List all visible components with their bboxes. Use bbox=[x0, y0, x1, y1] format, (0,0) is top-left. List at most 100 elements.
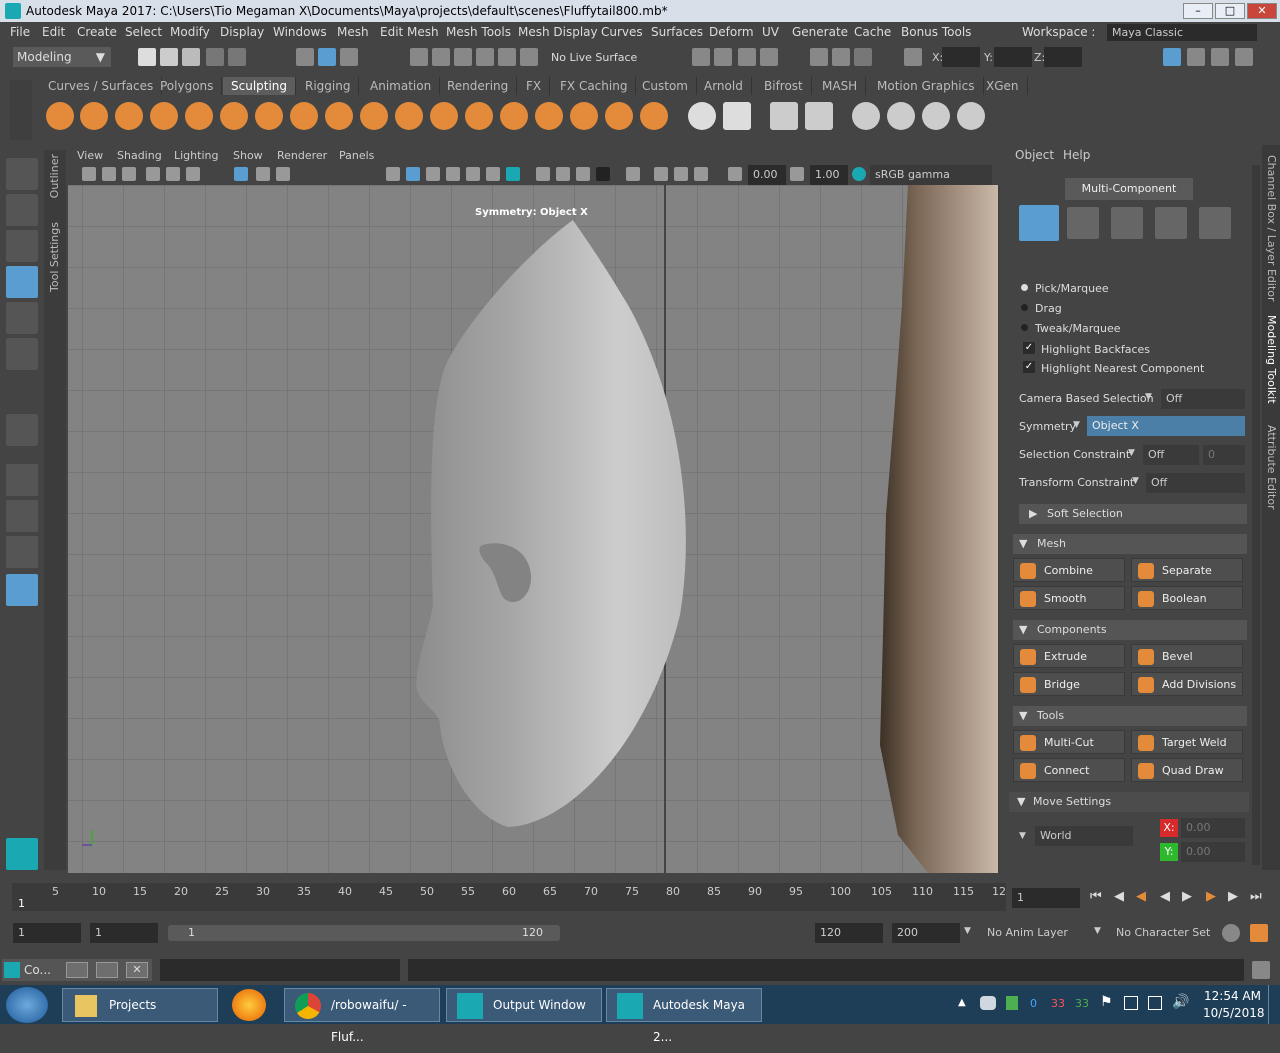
network-icon[interactable] bbox=[1148, 996, 1162, 1010]
toggle-channel-box-icon[interactable] bbox=[1235, 48, 1253, 66]
check-nearest-icon[interactable]: ✓ bbox=[1023, 361, 1035, 373]
maximize-button[interactable] bbox=[96, 962, 118, 978]
discord-icon[interactable] bbox=[980, 996, 996, 1010]
separate-button[interactable]: Separate bbox=[1131, 558, 1243, 582]
target-weld-button[interactable]: Target Weld bbox=[1131, 730, 1243, 754]
soft-mod-icon[interactable] bbox=[887, 102, 915, 130]
grease-pencil-icon[interactable] bbox=[186, 167, 200, 181]
grid-toggle-icon[interactable] bbox=[234, 167, 248, 181]
gamma-field[interactable]: 1.00 bbox=[810, 165, 848, 185]
grab-brush-icon[interactable] bbox=[150, 102, 178, 130]
viewport-menu-show[interactable]: Show bbox=[233, 149, 263, 162]
start-button[interactable] bbox=[6, 987, 48, 1023]
shelf-tab-rendering[interactable]: Rendering bbox=[439, 77, 518, 95]
pause-icon[interactable] bbox=[854, 48, 872, 66]
exposure-icon[interactable] bbox=[728, 167, 742, 181]
four-view-icon[interactable] bbox=[6, 500, 38, 532]
textured-icon[interactable] bbox=[466, 167, 480, 181]
shelf-tab-motion-graphics[interactable]: Motion Graphics bbox=[869, 77, 984, 95]
camera-selection-field[interactable]: Off bbox=[1161, 389, 1245, 409]
chevron-down-icon[interactable]: ▼ bbox=[1094, 926, 1101, 936]
outliner-tab[interactable]: Outliner bbox=[48, 154, 61, 198]
symmetry-field[interactable]: Object X bbox=[1087, 416, 1245, 436]
components-section[interactable]: ▼ Components bbox=[1013, 620, 1247, 640]
toggle-attribute-editor-icon[interactable] bbox=[1187, 48, 1205, 66]
flatten-brush-icon[interactable] bbox=[220, 102, 248, 130]
connect-button[interactable]: Connect bbox=[1013, 758, 1125, 782]
outliner-layout-icon[interactable] bbox=[6, 574, 38, 606]
menu-curves[interactable]: Curves bbox=[601, 25, 643, 39]
taskbar-output-window[interactable]: Output Window bbox=[446, 988, 602, 1022]
chevron-down-icon[interactable]: ▼ bbox=[1128, 448, 1135, 458]
menu-modify[interactable]: Modify bbox=[170, 25, 210, 39]
menu-uv[interactable]: UV bbox=[762, 25, 779, 39]
menu-create[interactable]: Create bbox=[77, 25, 117, 39]
wireframe-icon[interactable] bbox=[386, 167, 400, 181]
show-desktop-button[interactable] bbox=[1268, 985, 1280, 1024]
playback-end-field[interactable]: 120 bbox=[815, 923, 883, 943]
object-mode-icon[interactable] bbox=[1019, 205, 1059, 241]
start-time-field[interactable]: 1 bbox=[13, 923, 81, 943]
chevron-down-icon[interactable]: ▼ bbox=[1073, 420, 1080, 430]
lattice-icon[interactable] bbox=[922, 102, 950, 130]
menu-file[interactable]: File bbox=[10, 25, 30, 39]
auto-key-icon[interactable] bbox=[1222, 924, 1240, 942]
lasso-tool-icon[interactable] bbox=[6, 194, 38, 226]
go-to-start-icon[interactable]: ⏮ bbox=[1090, 889, 1102, 904]
vertex-mode-icon[interactable] bbox=[1067, 207, 1099, 239]
z-coord-field[interactable] bbox=[1044, 47, 1082, 67]
select-tool-icon[interactable] bbox=[6, 158, 38, 190]
xray-components-icon[interactable] bbox=[694, 167, 708, 181]
bookmark-icon[interactable] bbox=[122, 167, 136, 181]
menu-mesh-tools[interactable]: Mesh Tools bbox=[446, 25, 511, 39]
firefox-icon[interactable] bbox=[232, 989, 266, 1021]
chevron-down-icon[interactable]: ▼ bbox=[1019, 831, 1026, 841]
render-settings-icon[interactable] bbox=[760, 48, 778, 66]
spray-brush-icon[interactable] bbox=[290, 102, 318, 130]
snap-grid-icon[interactable] bbox=[410, 48, 428, 66]
scale-tool-icon[interactable] bbox=[6, 338, 38, 370]
menu-windows[interactable]: Windows bbox=[273, 25, 327, 39]
undo-icon[interactable] bbox=[206, 48, 224, 66]
play-backward-icon[interactable]: ◀ bbox=[1160, 889, 1170, 904]
shelf-tab-animation[interactable]: Animation bbox=[362, 77, 441, 95]
blend-shape-icon[interactable] bbox=[770, 102, 798, 130]
save-scene-icon[interactable] bbox=[182, 48, 200, 66]
play-forward-icon[interactable]: ▶ bbox=[1182, 889, 1192, 904]
color-management-icon[interactable] bbox=[852, 167, 866, 181]
shelf-tab-arnold[interactable]: Arnold bbox=[696, 77, 752, 95]
workspace-select[interactable]: Maya Classic bbox=[1107, 24, 1257, 41]
move-space-field[interactable]: World bbox=[1035, 826, 1133, 846]
animation-prefs-icon[interactable] bbox=[1250, 924, 1268, 942]
soft-selection-section[interactable]: ▶ Soft Selection bbox=[1019, 504, 1247, 524]
sphere-render-icon[interactable] bbox=[6, 414, 38, 446]
tool-settings-tab[interactable]: Tool Settings bbox=[48, 222, 61, 292]
select-component-icon[interactable] bbox=[340, 48, 358, 66]
shelf-tab-polygons[interactable]: Polygons bbox=[152, 77, 223, 95]
anim-layer-select[interactable]: No Anim Layer bbox=[982, 923, 1082, 943]
current-frame-field[interactable]: 1 bbox=[1012, 888, 1080, 908]
shadows-icon[interactable] bbox=[506, 167, 520, 181]
repeat-brush-icon[interactable] bbox=[325, 102, 353, 130]
depth-of-field-icon[interactable] bbox=[596, 167, 610, 181]
xray-joints-icon[interactable] bbox=[674, 167, 688, 181]
new-scene-icon[interactable] bbox=[138, 48, 156, 66]
menu-edit[interactable]: Edit bbox=[42, 25, 65, 39]
snap-curve-icon[interactable] bbox=[432, 48, 450, 66]
radio-tweak-icon[interactable] bbox=[1021, 324, 1028, 331]
redo-icon[interactable] bbox=[228, 48, 246, 66]
character-set-select[interactable]: No Character Set bbox=[1111, 923, 1211, 943]
default-material-icon[interactable] bbox=[426, 167, 440, 181]
menu-cache[interactable]: Cache bbox=[854, 25, 891, 39]
volume-icon[interactable]: 🔊 bbox=[1172, 994, 1189, 1010]
bulge-brush-icon[interactable] bbox=[570, 102, 598, 130]
resolution-gate-icon[interactable] bbox=[276, 167, 290, 181]
toggle-tool-settings-icon[interactable] bbox=[1211, 48, 1229, 66]
selection-constraint-field[interactable]: Off bbox=[1143, 445, 1199, 465]
tray-expand-icon[interactable]: ▲ bbox=[958, 997, 966, 1008]
close-button[interactable]: ✕ bbox=[1247, 3, 1277, 19]
y-coord-field[interactable] bbox=[994, 47, 1032, 67]
range-slider[interactable]: 1 120 bbox=[168, 925, 560, 941]
render-view-icon[interactable] bbox=[832, 48, 850, 66]
rp-menu-help[interactable]: Help bbox=[1063, 148, 1090, 162]
